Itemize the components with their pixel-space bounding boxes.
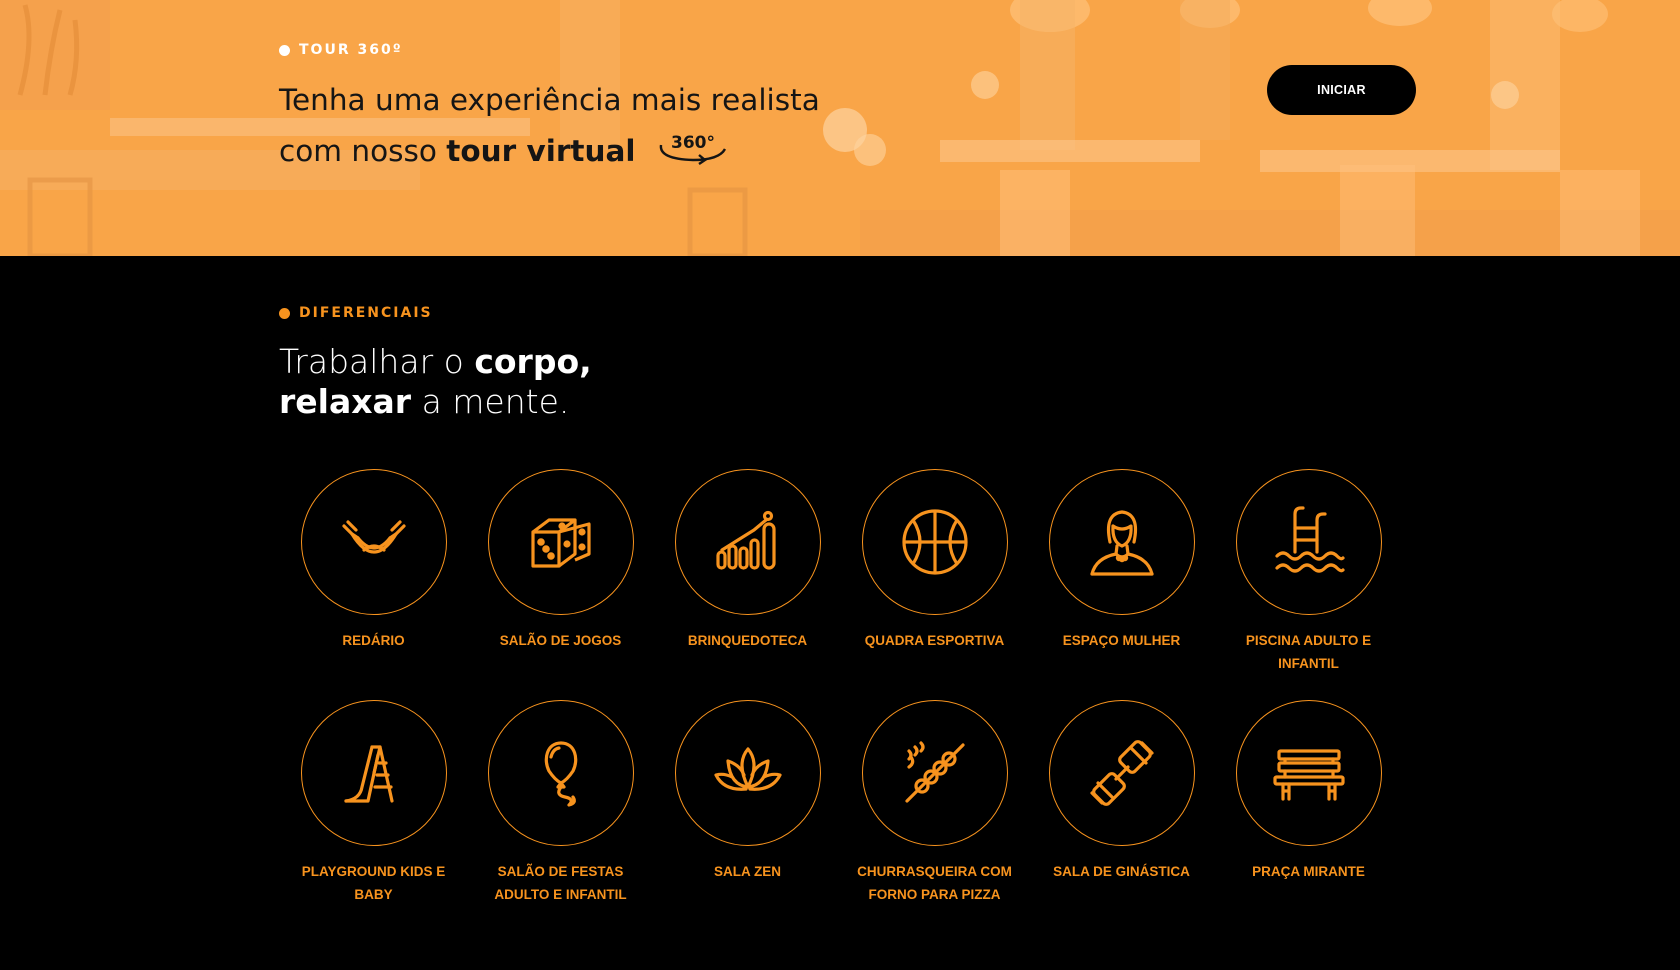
features-title-part2: a mente. — [411, 382, 570, 421]
feature-label: ESPAÇO MULHER — [1062, 633, 1181, 648]
feature-item-praca-mirante[interactable]: PRAÇA MIRANTE — [1215, 700, 1402, 931]
tour-title: Tenha uma experiência mais realista com … — [279, 75, 820, 177]
tour-title-line2-prefix: com nosso — [279, 134, 447, 168]
features-title-part1-bold: corpo, — [474, 342, 592, 381]
feature-circle — [487, 700, 634, 846]
dice-icon — [530, 518, 591, 568]
abacus-icon — [715, 510, 776, 570]
pool-icon — [1274, 506, 1345, 573]
features-title-part1: Trabalhar o — [279, 342, 475, 381]
feature-label: PLAYGROUND KIDS E BABY — [301, 864, 446, 902]
feature-circle — [1235, 700, 1382, 846]
feature-circle — [1048, 469, 1195, 615]
feature-item-brinquedoteca[interactable]: BRINQUEDOTECA — [654, 469, 841, 700]
feature-item-quadra-esportiva[interactable]: QUADRA ESPORTIVA — [841, 469, 1028, 700]
tour-content: TOUR 360º Tenha uma experiência mais rea… — [279, 42, 820, 177]
restaurant-background-image — [0, 0, 1680, 256]
feature-label: SALÃO DE JOGOS — [499, 633, 622, 648]
tour-kicker-label: TOUR 360º — [299, 42, 403, 58]
feature-item-playground[interactable]: PLAYGROUND KIDS E BABY — [280, 700, 467, 931]
feature-item-redario[interactable]: REDÁRIO — [280, 469, 467, 700]
feature-item-salao-de-festas[interactable]: SALÃO DE FESTAS ADULTO E INFANTIL — [467, 700, 654, 931]
feature-circle — [861, 469, 1008, 615]
features-title-part2-bold: relaxar — [279, 382, 412, 421]
skewer-icon — [904, 741, 965, 803]
lotus-icon — [713, 747, 782, 791]
feature-item-piscina[interactable]: PISCINA ADULTO E INFANTIL — [1215, 469, 1402, 700]
feature-label: QUADRA ESPORTIVA — [864, 633, 1005, 648]
feature-label: REDÁRIO — [342, 633, 405, 648]
features-section: DIFERENCIAIS Trabalhar o corpo, relaxar … — [0, 256, 1680, 970]
tour-banner: TOUR 360º Tenha uma experiência mais rea… — [0, 0, 1680, 256]
feature-label: CHURRASQUEIRA COM FORNO PARA PIZZA — [857, 864, 1012, 902]
feature-item-espaco-mulher[interactable]: ESPAÇO MULHER — [1028, 469, 1215, 700]
bench-icon — [1272, 749, 1345, 801]
feature-label: SALA DE GINÁSTICA — [1053, 864, 1190, 879]
feature-label: PISCINA ADULTO E INFANTIL — [1245, 633, 1372, 671]
dumbbell-icon — [1089, 740, 1154, 806]
feature-circle — [674, 700, 821, 846]
feature-item-sala-de-ginastica[interactable]: SALA DE GINÁSTICA — [1028, 700, 1215, 931]
balloon-icon — [544, 741, 577, 807]
feature-item-sala-zen[interactable]: SALA ZEN — [654, 700, 841, 931]
bullet-dot-icon — [279, 307, 290, 319]
feature-item-churrasqueira[interactable]: CHURRASQUEIRA COM FORNO PARA PIZZA — [841, 700, 1028, 931]
feature-circle — [300, 700, 447, 846]
feature-circle — [1235, 469, 1382, 615]
feature-label: SALÃO DE FESTAS ADULTO E INFANTIL — [494, 864, 627, 902]
basketball-icon — [901, 509, 968, 575]
hammock-icon — [341, 520, 406, 554]
svg-text:360°: 360° — [671, 133, 715, 153]
slide-icon — [343, 745, 394, 803]
tour-title-line1: Tenha uma experiência mais realista — [279, 83, 820, 117]
start-tour-button[interactable]: INICIAR — [1267, 65, 1416, 115]
features-title: Trabalhar o corpo, relaxar a mente. — [279, 342, 592, 422]
rotate-360-icon: 360° — [659, 133, 726, 165]
feature-circle — [1048, 700, 1195, 846]
feature-circle — [861, 700, 1008, 846]
feature-circle — [300, 469, 447, 615]
feature-circle — [674, 469, 821, 615]
features-kicker-label: DIFERENCIAIS — [299, 305, 433, 321]
feature-circle — [487, 469, 634, 615]
features-kicker: DIFERENCIAIS — [279, 305, 433, 321]
feature-item-salao-de-jogos[interactable]: SALÃO DE JOGOS — [467, 469, 654, 700]
feature-label: SALA ZEN — [714, 864, 781, 879]
tour-title-line2-bold: tour virtual — [446, 134, 636, 168]
feature-label: BRINQUEDOTECA — [687, 633, 808, 648]
tour-kicker: TOUR 360º — [279, 42, 820, 58]
woman-icon — [1089, 510, 1154, 576]
features-grid: REDÁRIO SALÃO DE JOGOS BRINQUEDOTECA QUA… — [280, 469, 1402, 931]
bullet-dot-icon — [279, 44, 290, 56]
feature-label: PRAÇA MIRANTE — [1252, 864, 1365, 879]
